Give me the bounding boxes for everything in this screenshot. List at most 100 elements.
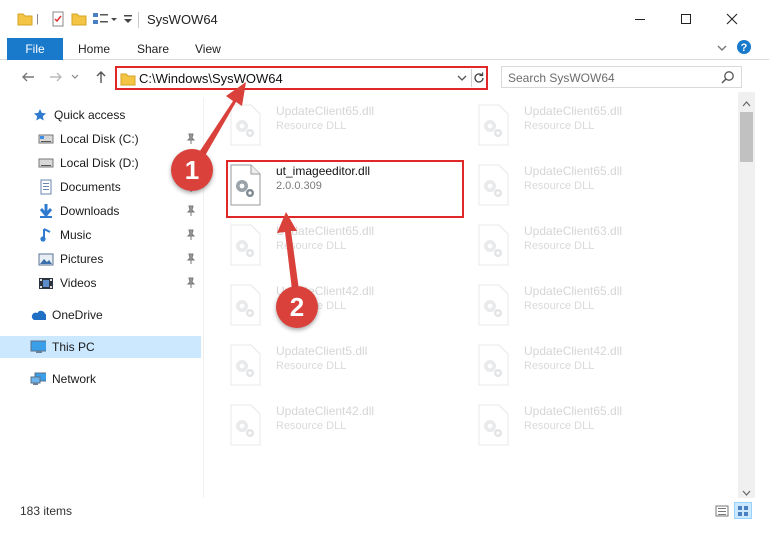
scroll-down-icon[interactable] [742, 486, 751, 500]
title-separator [138, 12, 139, 28]
sidebar-item-pictures[interactable]: Pictures [0, 248, 201, 270]
file-description: Resource DLL [524, 360, 595, 372]
file-name: UpdateClient65.dll [524, 404, 623, 418]
scroll-up-icon[interactable] [742, 96, 751, 110]
tab-home[interactable]: Home [78, 42, 110, 56]
file-item[interactable]: UpdateClient42.dll Resource DLL [206, 276, 446, 332]
close-button[interactable] [709, 0, 755, 38]
downloads-icon [38, 203, 54, 219]
item-count: 183 items [20, 504, 73, 518]
new-folder-icon[interactable] [71, 11, 87, 29]
search-icon[interactable] [721, 70, 735, 87]
maximize-button[interactable] [663, 0, 709, 38]
vertical-scrollbar[interactable] [738, 92, 755, 498]
file-item[interactable]: UpdateClient42.dll Resource DLL [454, 336, 694, 392]
file-description: Resource DLL [524, 420, 595, 432]
pin-icon[interactable] [186, 229, 196, 244]
step-2-badge: 2 [276, 286, 318, 328]
sidebar-item-local-disk-c[interactable]: Local Disk (C:) [0, 128, 201, 150]
tab-view[interactable]: View [195, 42, 221, 56]
sidebar-item-label: Local Disk (C:) [60, 132, 139, 146]
back-arrow-icon [22, 72, 34, 82]
file-item[interactable]: UpdateClient65.dll Resource DLL [454, 396, 694, 452]
close-icon [726, 13, 738, 25]
drive-icon [38, 155, 54, 171]
sidebar-item-label: Local Disk (D:) [60, 156, 139, 170]
folder-icon [120, 71, 136, 90]
pin-icon[interactable] [186, 205, 196, 220]
search-input[interactable] [508, 70, 708, 85]
back-button[interactable] [17, 66, 39, 88]
pipe-separator-icon: | [36, 13, 39, 25]
sidebar-item-documents[interactable]: Documents [0, 176, 201, 198]
forward-arrow-icon [50, 72, 62, 82]
up-button[interactable] [90, 66, 112, 88]
scrollbar-thumb[interactable] [740, 112, 753, 162]
file-name: UpdateClient42.dll [524, 344, 623, 358]
quick-access-dropdown-icon[interactable] [123, 12, 133, 30]
customize-icon[interactable] [92, 11, 122, 29]
sidebar-item-onedrive[interactable]: OneDrive [0, 304, 201, 326]
large-icons-view-icon[interactable] [734, 502, 752, 519]
search-box[interactable] [501, 66, 742, 88]
sidebar-item-label: This PC [52, 340, 95, 354]
sidebar-item-videos[interactable]: Videos [0, 272, 201, 294]
minimize-button[interactable] [617, 0, 663, 38]
dll-file-icon [230, 404, 261, 446]
file-name: UpdateClient42.dll [276, 404, 375, 418]
step-1-badge: 1 [171, 149, 213, 191]
file-item[interactable]: UpdateClient65.dll Resource DLL [454, 156, 694, 212]
address-path[interactable]: C:\Windows\SysWOW64 [139, 71, 283, 86]
sidebar-item-music[interactable]: Music [0, 224, 201, 246]
file-item[interactable]: UpdateClient63.dll Resource DLL [454, 216, 694, 272]
file-highlight-box [226, 160, 464, 218]
tab-share[interactable]: Share [137, 42, 169, 56]
refresh-button[interactable] [471, 69, 486, 87]
file-name: UpdateClient65.dll [276, 224, 375, 238]
forward-button[interactable] [45, 66, 67, 88]
file-item[interactable]: UpdateClient65.dll Resource DLL [454, 276, 694, 332]
dll-file-icon [478, 104, 509, 146]
expand-ribbon-icon[interactable] [716, 41, 728, 58]
file-description: Resource DLL [524, 300, 595, 312]
sidebar-item-quick-access[interactable]: Quick access [0, 104, 201, 126]
file-item[interactable]: UpdateClient65.dll Resource DLL [454, 96, 694, 152]
svg-text:?: ? [741, 42, 748, 54]
recent-locations-button[interactable] [68, 66, 82, 88]
file-name: UpdateClient65.dll [524, 284, 623, 298]
file-name: UpdateClient65.dll [524, 104, 623, 118]
sidebar-item-label: Pictures [60, 252, 104, 266]
pin-icon[interactable] [186, 277, 196, 292]
pin-icon[interactable] [186, 133, 196, 148]
file-item[interactable]: UpdateClient42.dll Resource DLL [206, 396, 446, 452]
file-description: Resource DLL [276, 240, 347, 252]
sidebar-item-label: Network [52, 372, 97, 386]
sidebar-item-network[interactable]: Network [0, 368, 201, 390]
sidebar-item-this-pc[interactable]: This PC [0, 336, 201, 358]
tab-file[interactable]: File [7, 38, 63, 60]
sidebar-item-label: Downloads [60, 204, 120, 218]
sidebar-item-downloads[interactable]: Downloads [0, 200, 201, 222]
dll-file-icon [230, 104, 261, 146]
sidebar-item-label: OneDrive [52, 308, 103, 322]
star-icon [32, 107, 48, 123]
videos-icon [38, 275, 54, 291]
file-item[interactable]: UpdateClient65.dll Resource DLL [206, 96, 446, 152]
help-icon[interactable]: ? [736, 39, 752, 58]
sidebar-item-label: Quick access [54, 108, 126, 122]
dll-file-icon [478, 164, 509, 206]
file-item[interactable]: UpdateClient65.dll Resource DLL [206, 216, 446, 272]
cloud-icon [30, 307, 46, 323]
address-bar[interactable]: C:\Windows\SysWOW64 [115, 66, 488, 90]
folder-icon[interactable] [17, 11, 33, 29]
music-icon [38, 227, 54, 243]
file-description: Resource DLL [524, 180, 595, 192]
details-view-icon[interactable] [713, 502, 731, 519]
status-bar: 183 items [0, 500, 769, 522]
properties-icon[interactable] [50, 11, 66, 29]
pin-icon[interactable] [186, 253, 196, 268]
file-item[interactable]: UpdateClient5.dll Resource DLL [206, 336, 446, 392]
chevron-down-icon[interactable] [455, 70, 469, 89]
dll-file-icon [230, 284, 261, 326]
file-description: Resource DLL [276, 420, 347, 432]
